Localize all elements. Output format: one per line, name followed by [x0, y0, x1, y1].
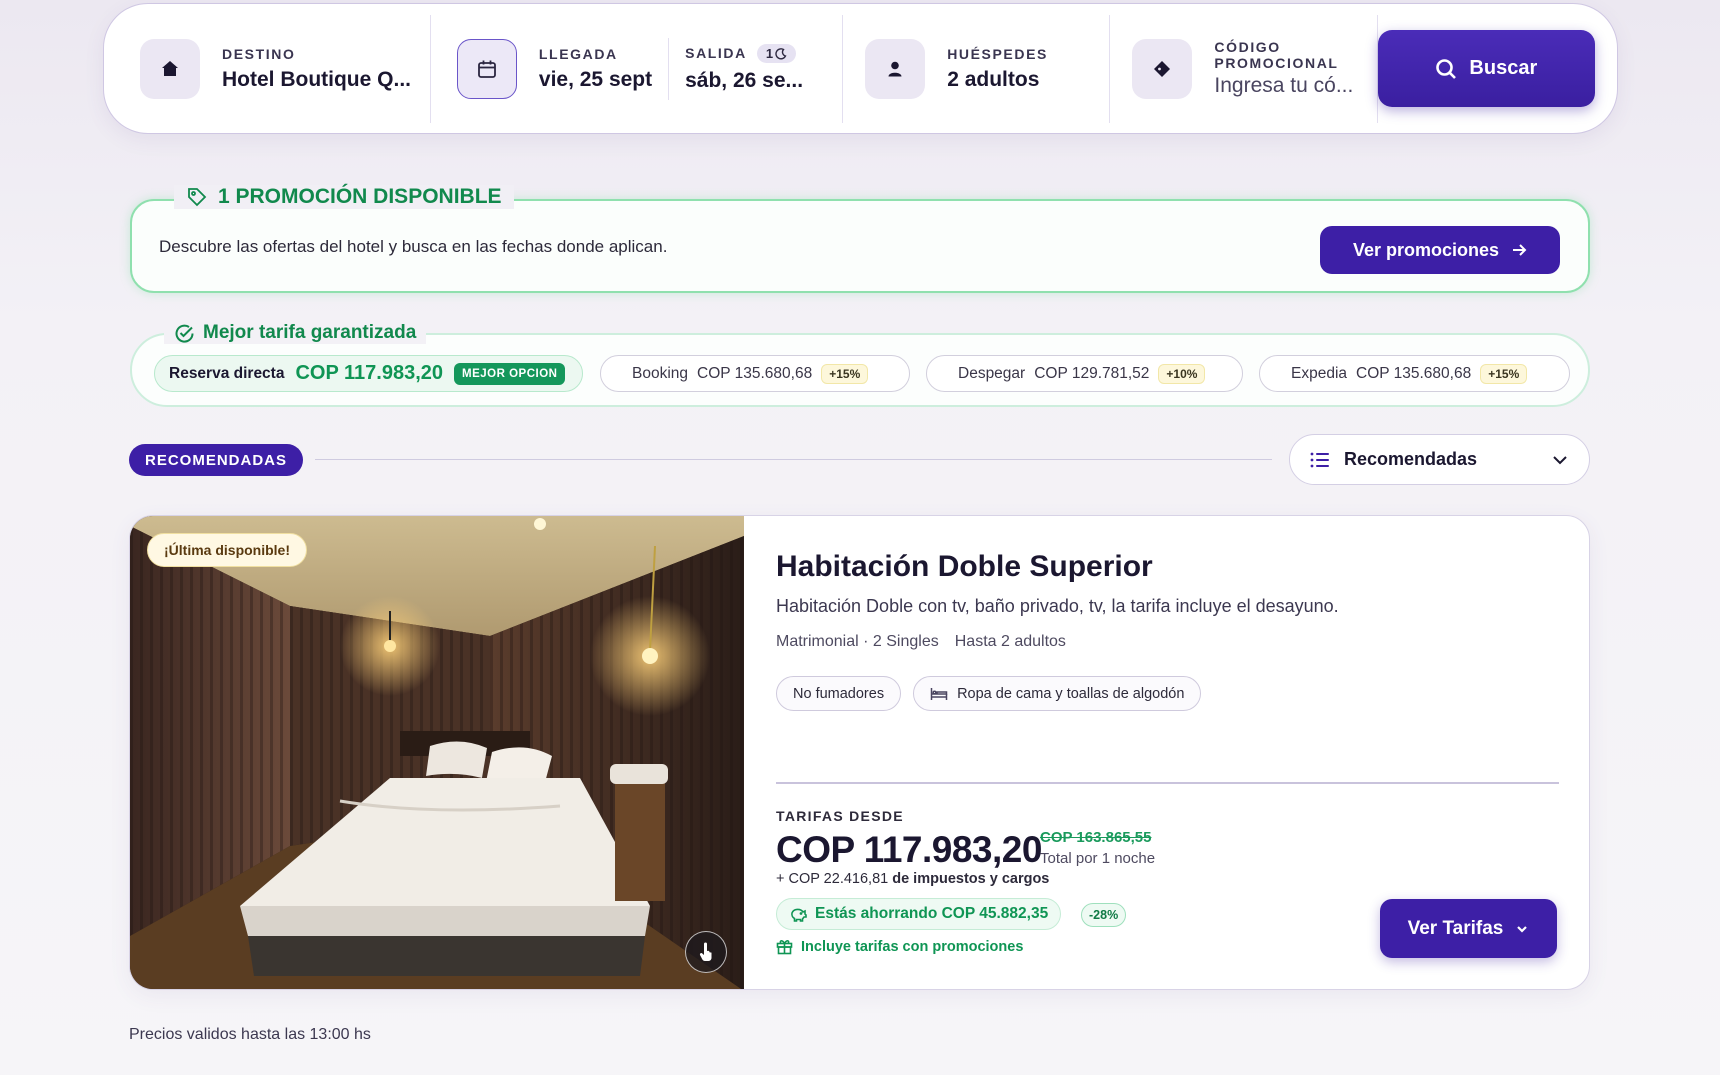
guests-label: HUÉSPEDES: [947, 45, 1048, 62]
room-tags: No fumadores Ropa de cama y toallas de a…: [776, 676, 1202, 711]
divider: [1109, 14, 1111, 123]
tag-no-smoking: No fumadores: [776, 676, 902, 711]
rate-booking: Booking COP 135.680,68 +15%: [600, 355, 910, 392]
view-rates-button[interactable]: Ver Tarifas: [1380, 899, 1557, 958]
search-icon: [1436, 58, 1457, 79]
divider: [668, 37, 670, 100]
per-night-label: Total por 1 noche: [1040, 850, 1156, 867]
last-available-badge: ¡Última disponible!: [147, 533, 307, 567]
rates-from-label: TARIFAS DESDE: [776, 808, 904, 824]
divider: [429, 14, 431, 123]
room-capacity: Hasta 2 adultos: [954, 633, 1066, 650]
section-pill: RECOMENDADAS: [129, 444, 304, 476]
sort-selected-value: Recomendadas: [1344, 449, 1478, 469]
room-price: COP 117.983,20: [776, 829, 1042, 870]
search-button-label: Buscar: [1469, 57, 1538, 79]
guests-value: 2 adultos: [947, 67, 1040, 91]
arrow-right-icon: [1513, 244, 1527, 256]
best-rate-box: Mejor tarifa garantizada Reserva directa…: [130, 322, 1590, 407]
arrival-value: vie, 25 sept: [538, 67, 653, 91]
check-circle-icon: [175, 324, 194, 343]
promo-text: Descubre las ofertas del hotel y busca e…: [159, 237, 668, 256]
saving-badge: Estás ahorrando COP 45.882,35: [776, 898, 1062, 930]
room-beds: Matrimonial · 2 Singles Hasta 2 adultos: [776, 633, 1066, 650]
room-old-price: COP 163.865,55: [1040, 829, 1152, 846]
discount-badge: -28%: [1081, 903, 1127, 927]
user-icon: [865, 38, 926, 99]
search-bar: DESTINO Hotel Boutique Q... LLEGADA vie,…: [103, 3, 1618, 134]
destination-label: DESTINO: [222, 45, 296, 62]
divider: [842, 14, 844, 123]
promo-code-field[interactable]: CÓDIGO PROMOCIONAL Ingresa tu có...: [1132, 4, 1376, 133]
gallery-button[interactable]: [685, 931, 727, 973]
view-promotions-button[interactable]: Ver promociones: [1320, 226, 1560, 274]
guests-field[interactable]: HUÉSPEDES 2 adultos: [865, 4, 1109, 133]
departure-field[interactable]: SALIDA 1 sáb, 26 se...: [685, 4, 814, 133]
search-button[interactable]: Buscar: [1377, 30, 1596, 107]
prices-valid-note: Precios validos hasta las 13:00 hs: [129, 1026, 371, 1043]
piggy-bank-icon: [791, 908, 807, 922]
hand-pointer-icon: [699, 942, 712, 961]
tag-bedding: Ropa de cama y toallas de algodón: [913, 676, 1202, 711]
best-rate-title: Mejor tarifa garantizada: [164, 322, 427, 344]
rate-expedia: Expedia COP 135.680,68 +15%: [1259, 355, 1570, 392]
promo-title: 1 PROMOCIÓN DISPONIBLE: [174, 185, 514, 209]
chevron-down-icon: [1553, 455, 1567, 464]
promo-banner: 1 PROMOCIÓN DISPONIBLE Descubre las ofer…: [130, 185, 1590, 293]
departure-label: SALIDA 1: [685, 44, 803, 63]
calendar-icon: [456, 38, 517, 99]
promo-note: Incluye tarifas con promociones: [776, 938, 1023, 955]
sort-select[interactable]: Recomendadas: [1289, 434, 1590, 485]
rates-divider: [776, 782, 1559, 784]
tag-outline-icon: [188, 188, 207, 207]
destination-value: Hotel Boutique Q...: [222, 67, 411, 91]
departure-value: sáb, 26 se...: [685, 69, 804, 92]
rate-direct: Reserva directa COP 117.983,20 MEJOR OPC…: [154, 355, 583, 392]
nights-count: 1: [756, 44, 797, 63]
best-option-badge: MEJOR OPCION: [454, 362, 566, 385]
taxes-label: + COP 22.416,81 de impuestos y cargos: [776, 871, 1050, 887]
room-title: Habitación Doble Superior: [776, 550, 1153, 583]
home-icon: [140, 38, 200, 99]
promo-code-input[interactable]: Ingresa tu có...: [1214, 74, 1353, 98]
destination-field[interactable]: DESTINO Hotel Boutique Q...: [140, 4, 430, 133]
room-photo[interactable]: ¡Última disponible!: [130, 516, 744, 989]
gift-icon: [776, 940, 793, 955]
section-divider: [315, 459, 1272, 460]
promo-code-label: CÓDIGO PROMOCIONAL: [1214, 39, 1339, 71]
bed-icon: [930, 687, 948, 700]
rate-despegar: Despegar COP 129.781,52 +10%: [926, 355, 1243, 392]
arrival-field[interactable]: LLEGADA vie, 25 sept: [456, 4, 653, 133]
room-card: ¡Última disponible! Habitación Doble Sup…: [129, 515, 1590, 990]
arrival-label: LLEGADA: [538, 45, 618, 62]
room-description: Habitación Doble con tv, baño privado, t…: [776, 596, 1339, 616]
moon-icon: [775, 47, 787, 60]
tag-icon: [1132, 38, 1193, 99]
chevron-down-icon: [1517, 925, 1528, 933]
list-icon: [1310, 452, 1329, 467]
